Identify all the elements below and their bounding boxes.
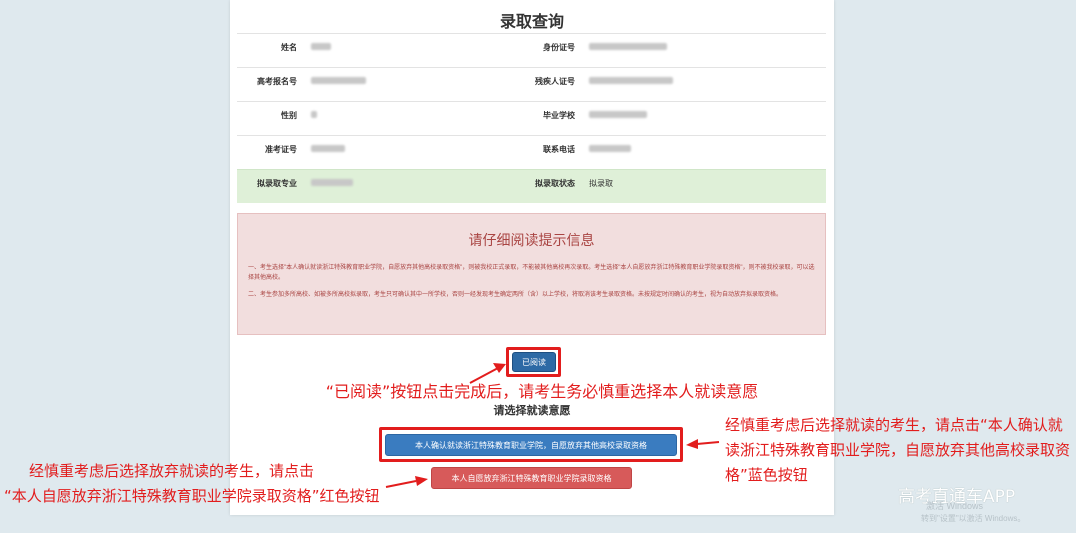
annotation-arrows — [385, 363, 720, 488]
windows-activation-title: 激活 Windows — [926, 501, 984, 511]
arrow-to-giveup-button — [385, 476, 428, 488]
arrow-to-read-button — [469, 363, 506, 384]
arrow-to-confirm-button — [686, 439, 720, 449]
windows-activation-hint: 转到"设置"以激活 Windows。 — [921, 514, 1026, 523]
